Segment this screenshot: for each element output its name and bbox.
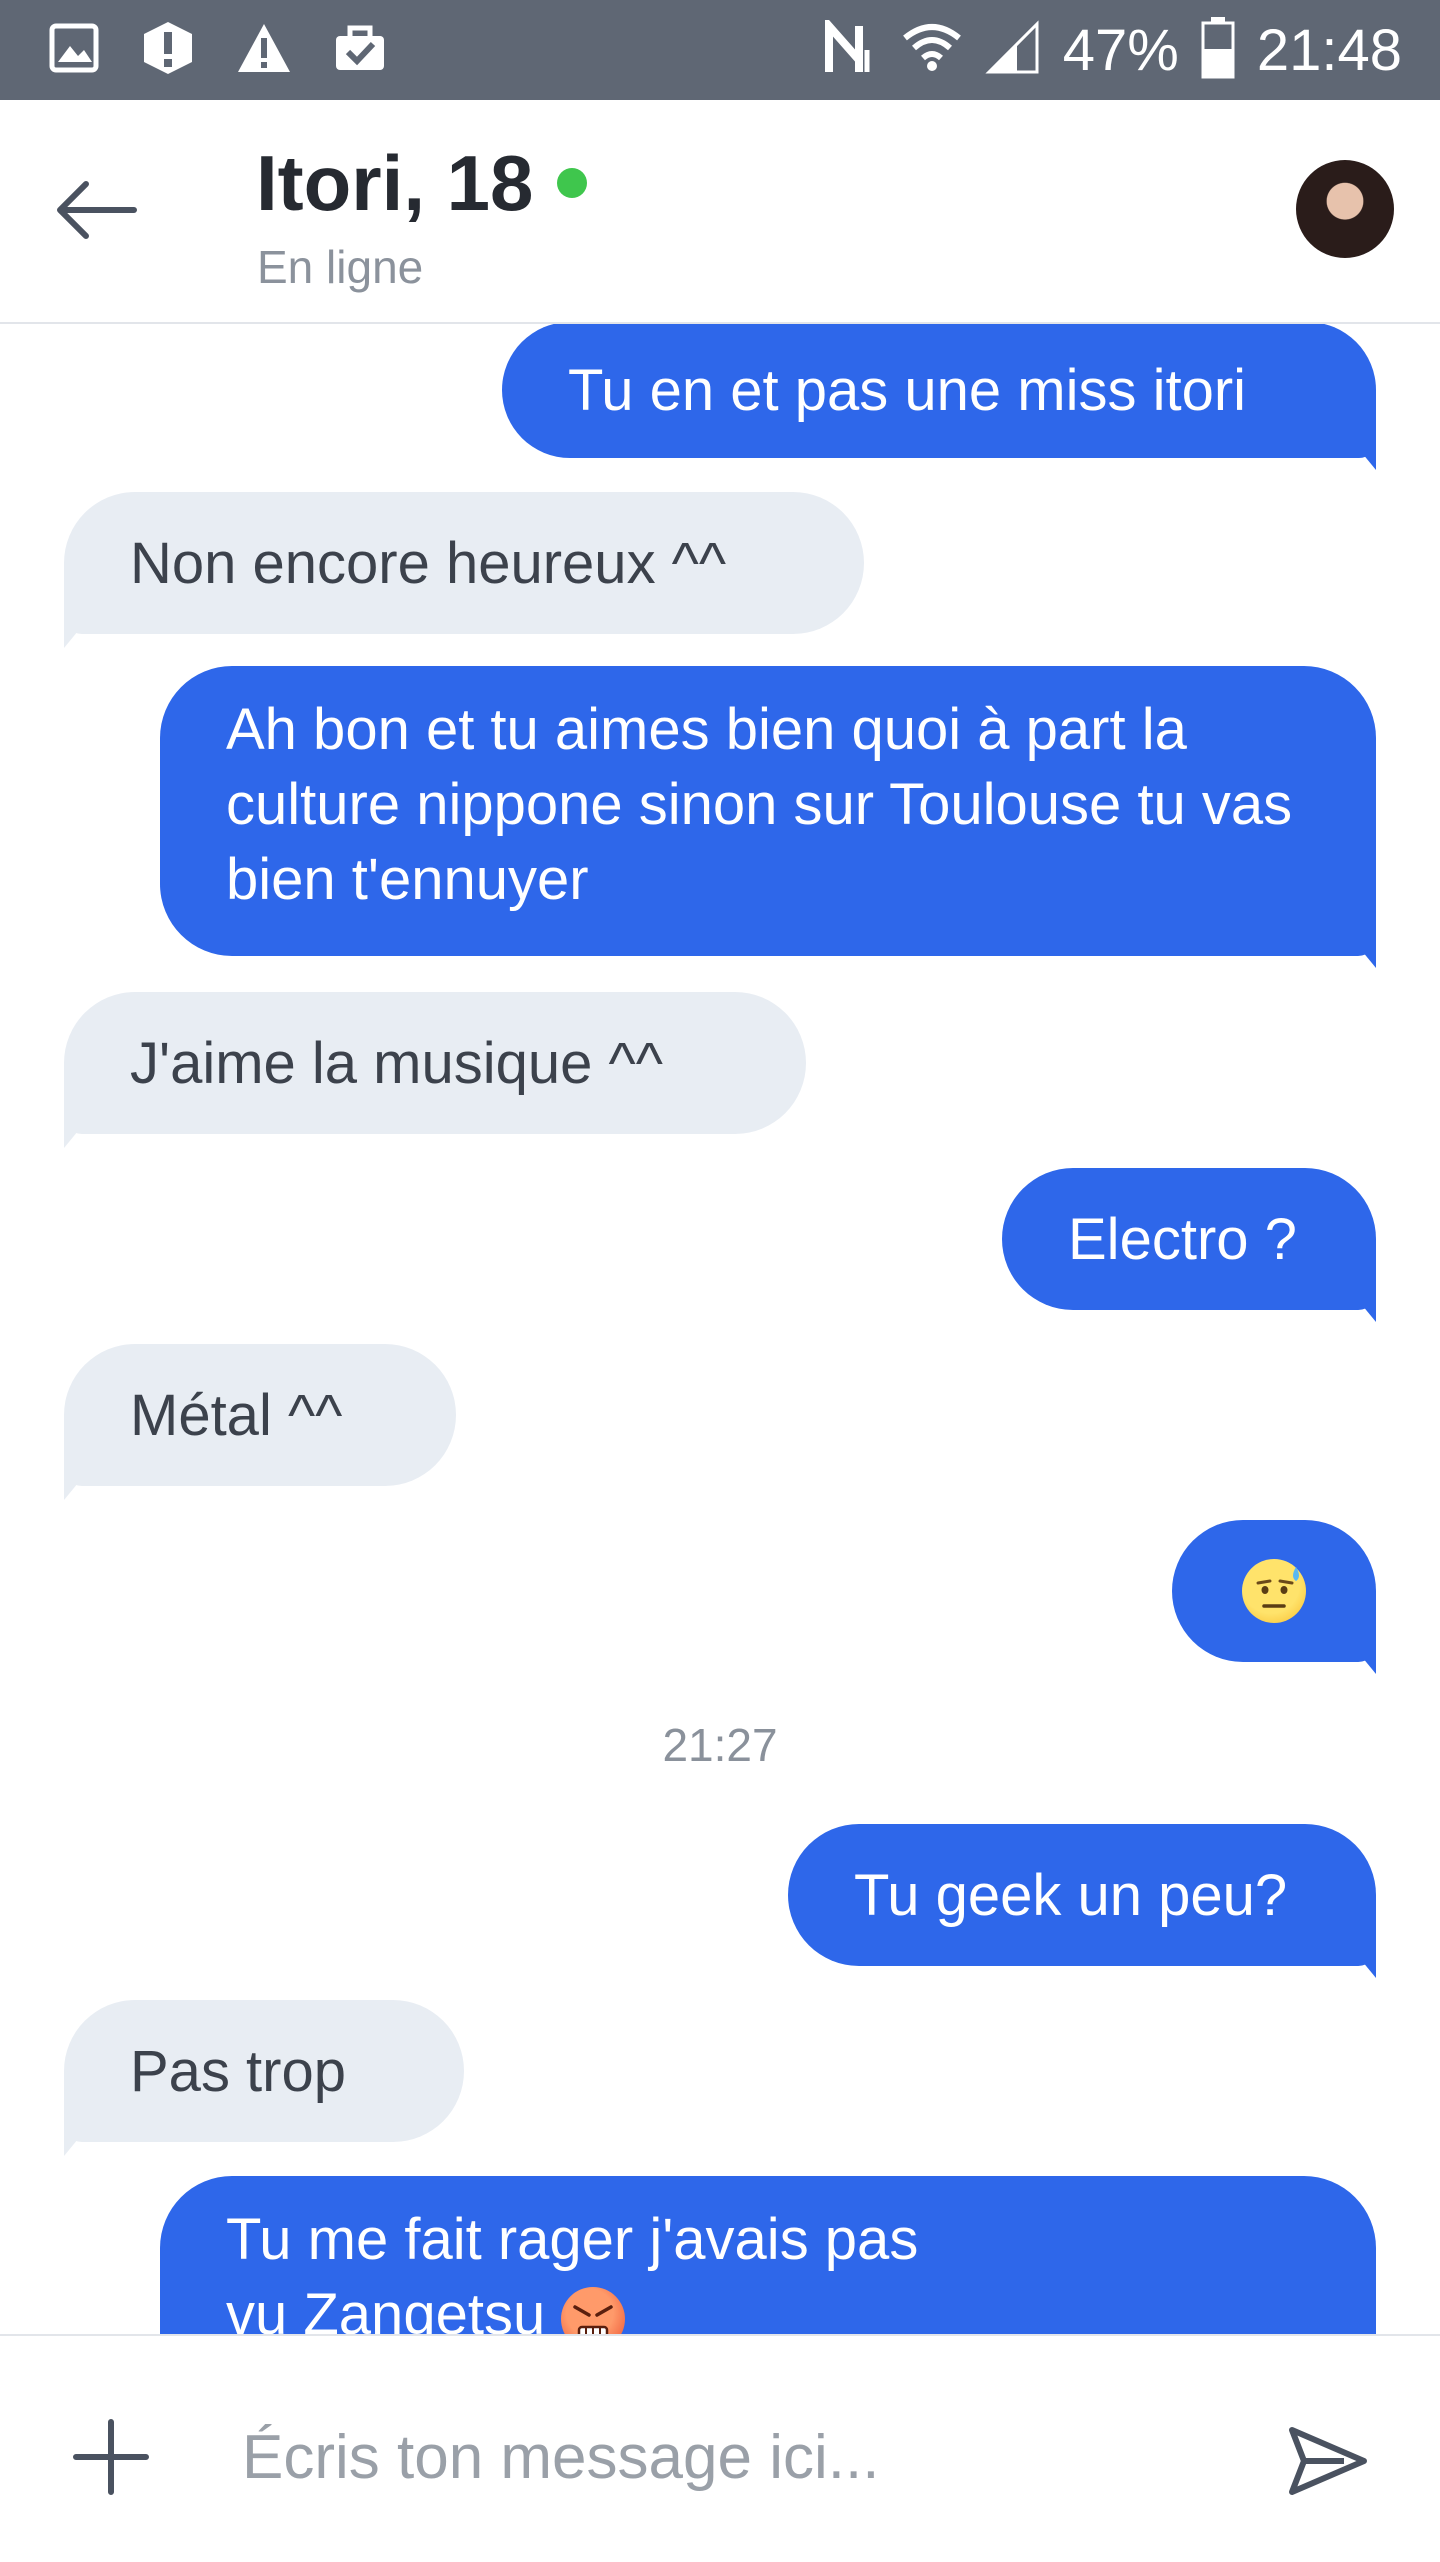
message-list[interactable]: Tu en et pas une miss itori Non encore h…: [0, 324, 1440, 2334]
message-text: Tu geek un peu?: [854, 1862, 1288, 1928]
bubble-tail: [1348, 1288, 1376, 1322]
message-text: Tu en et pas une miss itori: [568, 357, 1247, 423]
cell-signal-icon: [985, 19, 1041, 81]
avatar[interactable]: [1296, 160, 1394, 258]
contact-name[interactable]: Itori, 18: [256, 138, 533, 229]
outgoing-message[interactable]: Tu geek un peu?: [788, 1824, 1376, 1966]
status-bar: 47% 21:48: [0, 0, 1440, 100]
bubble-tail: [1348, 1944, 1376, 1978]
composer-bar: [0, 2334, 1440, 2562]
bubble-tail: [64, 614, 92, 648]
message-text: Métal ^^: [130, 1382, 343, 1448]
incoming-message[interactable]: Pas trop: [64, 2000, 464, 2142]
bubble-tail: [1348, 934, 1376, 968]
incoming-message[interactable]: Non encore heureux ^^: [64, 492, 864, 634]
incoming-message[interactable]: J'aime la musique ^^: [64, 992, 806, 1134]
back-arrow-icon[interactable]: [54, 180, 138, 240]
message-text-wrap: Tu me fait rager j'avais pas vu Zangetsu: [226, 2202, 986, 2334]
incoming-message[interactable]: Métal ^^: [64, 1344, 456, 1486]
message-text: Electro ?: [1068, 1206, 1297, 1272]
outgoing-message[interactable]: Electro ?: [1002, 1168, 1376, 1310]
outgoing-message[interactable]: Tu en et pas une miss itori: [502, 324, 1376, 458]
bubble-tail: [1348, 436, 1376, 470]
face-with-sweat-emoji: [1242, 1559, 1306, 1623]
outgoing-message[interactable]: Ah bon et tu aimes bien quoi à part la c…: [160, 666, 1376, 956]
bubble-tail: [64, 2122, 92, 2156]
message-text: Pas trop: [130, 2038, 346, 2104]
message-text: Ah bon et tu aimes bien quoi à part la c…: [226, 697, 1293, 912]
chat-header: Itori, 18 En ligne: [0, 100, 1440, 324]
online-indicator: [557, 168, 587, 198]
clipboard-check-icon: [332, 22, 388, 79]
message-text: Non encore heureux ^^: [130, 530, 727, 596]
message-text: J'aime la musique ^^: [130, 1030, 663, 1096]
contact-status: En ligne: [257, 241, 424, 293]
bubble-tail: [64, 1466, 92, 1500]
message-input[interactable]: [240, 2406, 1224, 2508]
warning-icon: [236, 22, 292, 79]
wifi-icon: [901, 20, 963, 81]
bubble-tail: [64, 1114, 92, 1148]
outgoing-message[interactable]: Tu me fait rager j'avais pas vu Zangetsu: [160, 2176, 1376, 2334]
clock: 21:48: [1256, 17, 1402, 83]
send-icon[interactable]: [1288, 2424, 1368, 2498]
battery-percent: 47%: [1062, 17, 1179, 83]
gallery-icon: [48, 22, 100, 79]
nfc-icon: [823, 14, 879, 81]
alert-circle-icon: [140, 20, 196, 81]
plus-icon[interactable]: [72, 2418, 150, 2496]
angry-face-emoji: [561, 2286, 626, 2334]
bubble-tail: [1348, 1640, 1376, 1674]
timestamp: 21:27: [662, 1719, 778, 1771]
battery-icon: [1201, 16, 1235, 84]
outgoing-message[interactable]: [1172, 1520, 1376, 1662]
